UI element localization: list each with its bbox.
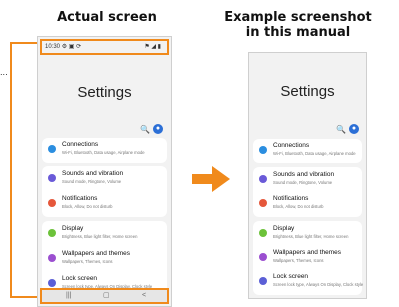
status-right-icons: ⚑ ◢ ▮ <box>144 44 161 50</box>
item-subtitle: Screen lock type, Always On Display, Clo… <box>273 282 364 287</box>
item-label: Wallpapers and themes <box>273 249 342 256</box>
status-left: 10:30 ⚙ ▣ ⟳ <box>45 41 81 53</box>
speaker-icon <box>259 175 267 183</box>
sun-icon <box>48 229 56 237</box>
list-item[interactable]: Sounds and vibration Sound mode, Rington… <box>42 167 167 191</box>
item-subtitle: Brightness, Blue light filter, Home scre… <box>273 234 349 239</box>
example-phone-screen: Settings 🔍 ● Connections Wi-Fi, Bluetoot… <box>248 52 367 299</box>
search-icon[interactable]: 🔍 <box>336 125 346 134</box>
navigation-bar: ||| ▢ < <box>40 288 169 304</box>
side-note: ... <box>0 68 8 77</box>
item-subtitle: Block, Allow, Do not disturb <box>62 204 113 209</box>
item-subtitle: Sound mode, Ringtone, Volume <box>273 180 333 185</box>
arrow-right-icon <box>192 166 230 192</box>
settings-card: Connections Wi-Fi, Bluetooth, Data usage… <box>42 138 167 163</box>
list-item[interactable]: Connections Wi-Fi, Bluetooth, Data usage… <box>42 138 167 162</box>
item-label: Connections <box>273 142 310 149</box>
recents-button[interactable]: ||| <box>66 290 71 302</box>
item-label: Display <box>273 225 295 232</box>
bell-icon <box>48 199 56 207</box>
item-label: Sounds and vibration <box>273 171 335 178</box>
back-button[interactable]: < <box>142 290 146 302</box>
list-item[interactable]: Sounds and vibration Sound mode, Rington… <box>253 168 362 192</box>
list-item[interactable]: Display Brightness, Blue light filter, H… <box>42 222 167 246</box>
item-label: Notifications <box>62 195 98 202</box>
actual-phone-screen: 10:30 ⚙ ▣ ⟳ ⚑ ◢ ▮ Settings 🔍 ● Connectio… <box>37 36 172 307</box>
item-subtitle: Block, Allow, Do not disturb <box>273 204 324 209</box>
status-bar: 10:30 ⚙ ▣ ⟳ ⚑ ◢ ▮ <box>40 39 169 55</box>
item-label: Display <box>62 225 84 232</box>
sun-icon <box>259 229 267 237</box>
settings-card: Display Brightness, Blue light filter, H… <box>253 221 364 295</box>
wifi-icon <box>259 146 267 154</box>
item-subtitle: Wi-Fi, Bluetooth, Data usage, Airplane m… <box>62 150 145 155</box>
item-label: Sounds and vibration <box>62 170 124 177</box>
home-button[interactable]: ▢ <box>103 290 110 302</box>
status-time: 10:30 <box>45 44 61 50</box>
brush-icon <box>48 254 56 262</box>
list-item[interactable]: Display Brightness, Blue light filter, H… <box>253 222 362 246</box>
lock-icon <box>48 279 56 287</box>
search-icon[interactable]: 🔍 <box>140 125 150 134</box>
lock-icon <box>259 277 267 285</box>
item-label: Notifications <box>273 195 309 202</box>
speaker-icon <box>48 174 56 182</box>
item-label: Wallpapers and themes <box>62 250 131 257</box>
item-label: Lock screen <box>273 273 309 280</box>
settings-card: Connections Wi-Fi, Bluetooth, Data usage… <box>253 139 362 163</box>
bell-icon <box>259 199 267 207</box>
actual-screen-caption: Actual screen <box>57 10 157 25</box>
page-title: Settings <box>77 84 132 101</box>
item-label: Lock screen <box>62 275 98 282</box>
example-caption-line-2: in this manual <box>245 25 351 40</box>
wifi-icon <box>48 145 56 153</box>
item-subtitle: Wallpapers, Themes, Icons <box>62 259 113 264</box>
example-screenshot-caption: Example screenshot in this manual <box>218 10 378 40</box>
page-title: Settings <box>280 83 335 100</box>
list-item[interactable]: Wallpapers and themes Wallpapers, Themes… <box>42 247 167 271</box>
avatar[interactable]: ● <box>153 124 163 134</box>
list-item[interactable]: Notifications Block, Allow, Do not distu… <box>42 192 167 216</box>
brush-icon <box>259 253 267 261</box>
avatar[interactable]: ● <box>349 124 359 134</box>
settings-card: Sounds and vibration Sound mode, Rington… <box>253 167 362 217</box>
status-left-icons: ⚙ ▣ ⟳ <box>61 44 82 50</box>
list-item[interactable]: Connections Wi-Fi, Bluetooth, Data usage… <box>253 139 362 163</box>
item-subtitle: Sound mode, Ringtone, Volume <box>62 179 122 184</box>
item-subtitle: Brightness, Blue light filter, Home scre… <box>62 234 138 239</box>
list-item[interactable]: Wallpapers and themes Wallpapers, Themes… <box>253 246 362 270</box>
list-item[interactable]: Notifications Block, Allow, Do not distu… <box>253 192 362 216</box>
item-label: Connections <box>62 141 99 148</box>
item-subtitle: Wallpapers, Themes, Icons <box>273 258 324 263</box>
item-subtitle: Wi-Fi, Bluetooth, Data usage, Airplane m… <box>273 151 356 156</box>
list-item[interactable]: Lock screen Screen lock type, Always On … <box>253 270 364 294</box>
example-caption-line-1: Example screenshot <box>224 10 372 25</box>
settings-card: Display Brightness, Blue light filter, H… <box>42 221 167 297</box>
settings-card: Sounds and vibration Sound mode, Rington… <box>42 166 167 217</box>
bracket-vertical-line <box>10 42 12 298</box>
